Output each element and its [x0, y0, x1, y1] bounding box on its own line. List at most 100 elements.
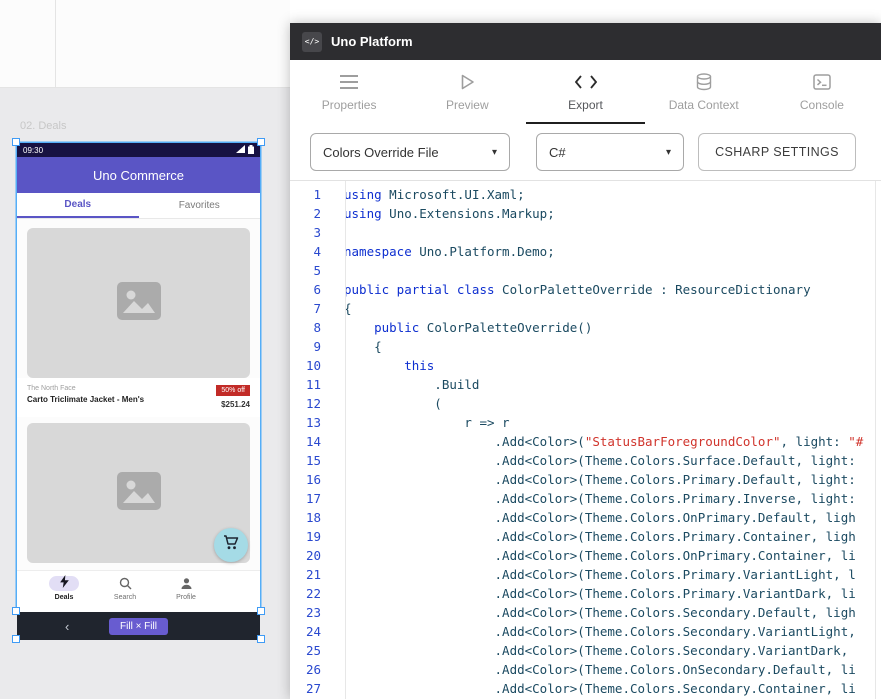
tab-label: Export: [568, 98, 603, 112]
nav-label: Search: [114, 594, 136, 601]
chevron-down-icon: ▾: [492, 147, 497, 158]
tab-label: Data Context: [669, 98, 739, 112]
code-line: 13 r => r: [290, 413, 881, 432]
tab-export[interactable]: Export: [526, 60, 644, 124]
line-number: 22: [290, 584, 333, 603]
resize-handle-top-left[interactable]: [12, 138, 20, 146]
nav-label: Deals: [55, 594, 74, 601]
product-pricing: 50% off $251.24: [216, 385, 250, 409]
code-text: .Add<Color>(Theme.Colors.Primary.Contain…: [333, 527, 881, 546]
phone-content: The North Face Carto Triclimate Jacket -…: [17, 219, 260, 612]
chevron-down-icon: ▾: [666, 147, 671, 158]
code-line: 27 .Add<Color>(Theme.Colors.Secondary.Co…: [290, 679, 881, 698]
nav-item-search: Search: [96, 576, 154, 612]
app-header: Uno Commerce: [17, 157, 260, 193]
line-number: 16: [290, 470, 333, 489]
code-text: .Add<Color>(Theme.Colors.Primary.Variant…: [333, 584, 881, 603]
active-nav-pill: [49, 576, 79, 591]
code-line: 26 .Add<Color>(Theme.Colors.OnSecondary.…: [290, 660, 881, 679]
play-icon: [460, 73, 475, 91]
code-text: public partial class ColorPaletteOverrid…: [333, 280, 881, 299]
canvas-divider: [55, 0, 56, 88]
line-number: 18: [290, 508, 333, 527]
code-line: 1using Microsoft.UI.Xaml;: [290, 185, 881, 204]
code-text: .Add<Color>(Theme.Colors.Primary.Inverse…: [333, 489, 881, 508]
code-line: 8 public ColorPaletteOverride(): [290, 318, 881, 337]
database-icon: [696, 73, 712, 91]
code-text: using Uno.Extensions.Markup;: [333, 204, 881, 223]
phone-mockup[interactable]: 09:30 Uno Commerce Deals Favorites: [17, 143, 260, 612]
cart-icon: [223, 535, 239, 555]
list-icon: [340, 73, 358, 91]
collapse-chevron-icon[interactable]: ‹: [65, 620, 69, 633]
resize-handle-bottom-left[interactable]: [12, 607, 20, 615]
resize-handle-toolbar-left[interactable]: [12, 635, 20, 643]
code-line: 7{: [290, 299, 881, 318]
phone-status-bar: 09:30: [17, 143, 260, 157]
design-canvas[interactable]: 02. Deals 09:30 Uno Commerce Deals Favor…: [0, 0, 290, 699]
file-select[interactable]: Colors Override File ▾: [310, 133, 510, 171]
code-line: 9 {: [290, 337, 881, 356]
line-number: 10: [290, 356, 333, 375]
code-icon: [575, 73, 597, 91]
product-image-placeholder: [27, 228, 250, 378]
product-brand: The North Face: [27, 385, 144, 392]
code-line: 24 .Add<Color>(Theme.Colors.Secondary.Va…: [290, 622, 881, 641]
code-text: (: [333, 394, 881, 413]
line-number: 12: [290, 394, 333, 413]
code-line: 15 .Add<Color>(Theme.Colors.Surface.Defa…: [290, 451, 881, 470]
line-number: 6: [290, 280, 333, 299]
bottom-nav: Deals Search Profile: [17, 570, 260, 612]
product-price: $251.24: [221, 400, 250, 409]
resize-handle-bottom-right[interactable]: [257, 607, 265, 615]
code-text: r => r: [333, 413, 881, 432]
code-text: .Add<Color>(Theme.Colors.Primary.Default…: [333, 470, 881, 489]
line-number: 11: [290, 375, 333, 394]
code-line: 22 .Add<Color>(Theme.Colors.Primary.Vari…: [290, 584, 881, 603]
fill-size-button[interactable]: Fill × Fill: [109, 618, 168, 635]
resize-handle-top-right[interactable]: [257, 138, 265, 146]
code-editor[interactable]: 1using Microsoft.UI.Xaml;2using Uno.Exte…: [290, 180, 881, 699]
code-line: 6public partial class ColorPaletteOverri…: [290, 280, 881, 299]
tab-preview[interactable]: Preview: [408, 60, 526, 124]
line-number: 8: [290, 318, 333, 337]
line-number: 15: [290, 451, 333, 470]
frame-label[interactable]: 02. Deals: [20, 120, 66, 132]
discount-badge: 50% off: [216, 385, 250, 396]
search-icon: [119, 576, 132, 591]
code-text: public ColorPaletteOverride(): [333, 318, 881, 337]
tab-data-context[interactable]: Data Context: [645, 60, 763, 124]
tab-properties[interactable]: Properties: [290, 60, 408, 124]
language-select[interactable]: C# ▾: [536, 133, 684, 171]
console-icon: [813, 73, 831, 91]
code-line: 18 .Add<Color>(Theme.Colors.OnPrimary.De…: [290, 508, 881, 527]
code-line: 16 .Add<Color>(Theme.Colors.Primary.Defa…: [290, 470, 881, 489]
selected-frame[interactable]: 09:30 Uno Commerce Deals Favorites: [17, 143, 260, 640]
tab-console[interactable]: Console: [763, 60, 881, 124]
export-toolbar: Colors Override File ▾ C# ▾ CSHARP SETTI…: [290, 124, 881, 180]
code-line: 12 (: [290, 394, 881, 413]
language-select-value: C#: [549, 145, 566, 160]
resize-handle-toolbar-right[interactable]: [257, 635, 265, 643]
code-line: 10 this: [290, 356, 881, 375]
csharp-settings-button[interactable]: CSHARP SETTINGS: [698, 133, 856, 171]
signal-icon: [236, 145, 245, 155]
line-number: 13: [290, 413, 333, 432]
code-text: .Add<Color>(Theme.Colors.Secondary.Varia…: [333, 622, 881, 641]
line-number: 19: [290, 527, 333, 546]
code-text: .Add<Color>(Theme.Colors.Secondary.Conta…: [333, 679, 881, 698]
image-icon: [117, 472, 161, 515]
line-number: 9: [290, 337, 333, 356]
code-text: .Add<Color>(Theme.Colors.Primary.Variant…: [333, 565, 881, 584]
code-text: this: [333, 356, 881, 375]
selection-toolbar: ‹ Fill × Fill: [17, 612, 260, 640]
nav-label: Profile: [176, 594, 196, 601]
line-number: 24: [290, 622, 333, 641]
code-text: .Add<Color>("StatusBarForegroundColor", …: [333, 432, 881, 451]
tab-label: Preview: [446, 98, 489, 112]
line-number: 1: [290, 185, 333, 204]
file-select-value: Colors Override File: [323, 145, 439, 160]
battery-icon: [248, 145, 254, 156]
product-name: Carto Triclimate Jacket - Men's: [27, 395, 144, 404]
code-text: {: [333, 299, 881, 318]
